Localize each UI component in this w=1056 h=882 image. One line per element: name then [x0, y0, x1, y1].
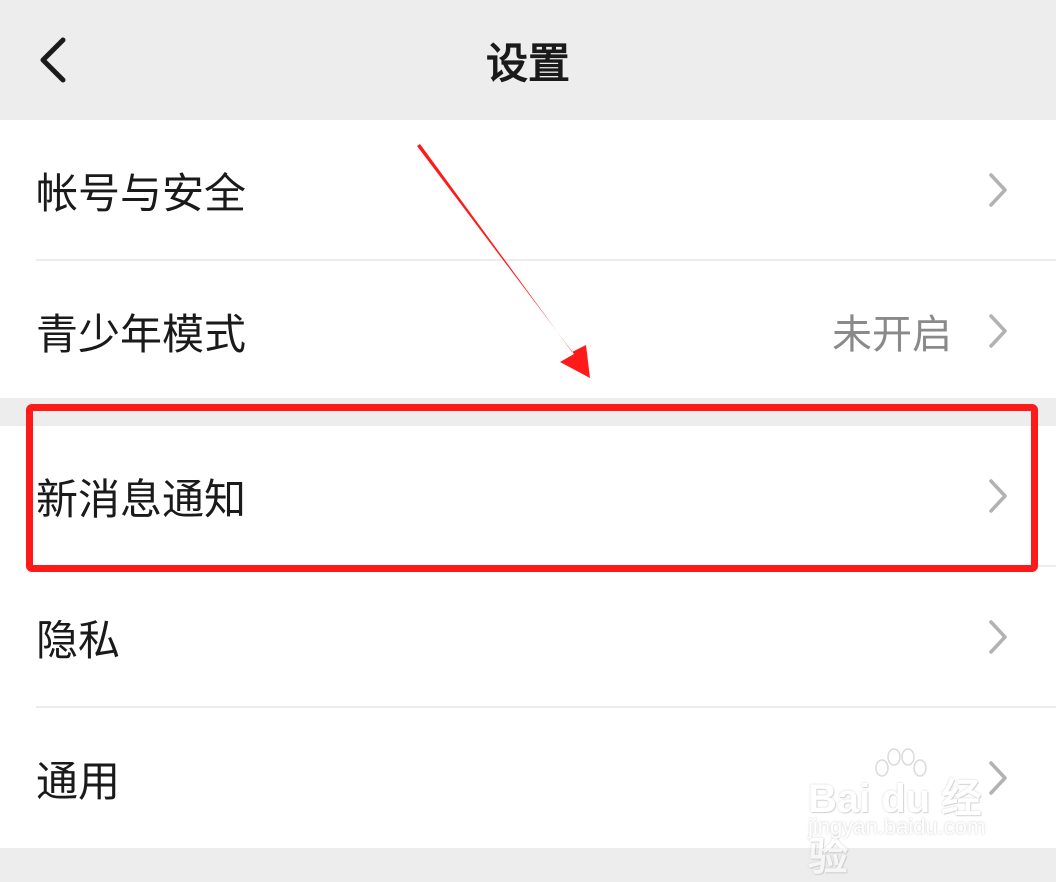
chevron-right-icon	[989, 761, 1007, 795]
chevron-right-icon	[989, 314, 1007, 348]
chevron-right-icon	[989, 173, 1007, 207]
settings-item-label: 帐号与安全	[36, 168, 247, 218]
settings-item-label: 通用	[36, 756, 121, 806]
settings-item-label: 青少年模式	[36, 309, 247, 359]
settings-item-label: 新消息通知	[36, 474, 247, 524]
settings-item-privacy[interactable]: 隐私	[0, 567, 1056, 707]
settings-item-notifications[interactable]: 新消息通知	[0, 426, 1056, 566]
settings-group-general: 新消息通知 隐私 通用	[0, 426, 1056, 848]
chevron-right-icon	[989, 620, 1007, 654]
page-title: 设置	[485, 38, 570, 88]
back-button[interactable]	[22, 28, 82, 92]
settings-item-label: 隐私	[36, 615, 121, 665]
settings-item-account-security[interactable]: 帐号与安全	[0, 120, 1056, 260]
settings-item-status: 未开启	[832, 312, 952, 358]
chevron-right-icon	[989, 479, 1007, 513]
settings-item-general[interactable]: 通用	[0, 708, 1056, 848]
settings-item-teen-mode[interactable]: 青少年模式 未开启	[0, 261, 1056, 401]
chevron-left-icon	[40, 37, 66, 83]
settings-group-account: 帐号与安全 青少年模式 未开启	[0, 120, 1056, 398]
nav-bar: 设置	[0, 0, 1056, 120]
